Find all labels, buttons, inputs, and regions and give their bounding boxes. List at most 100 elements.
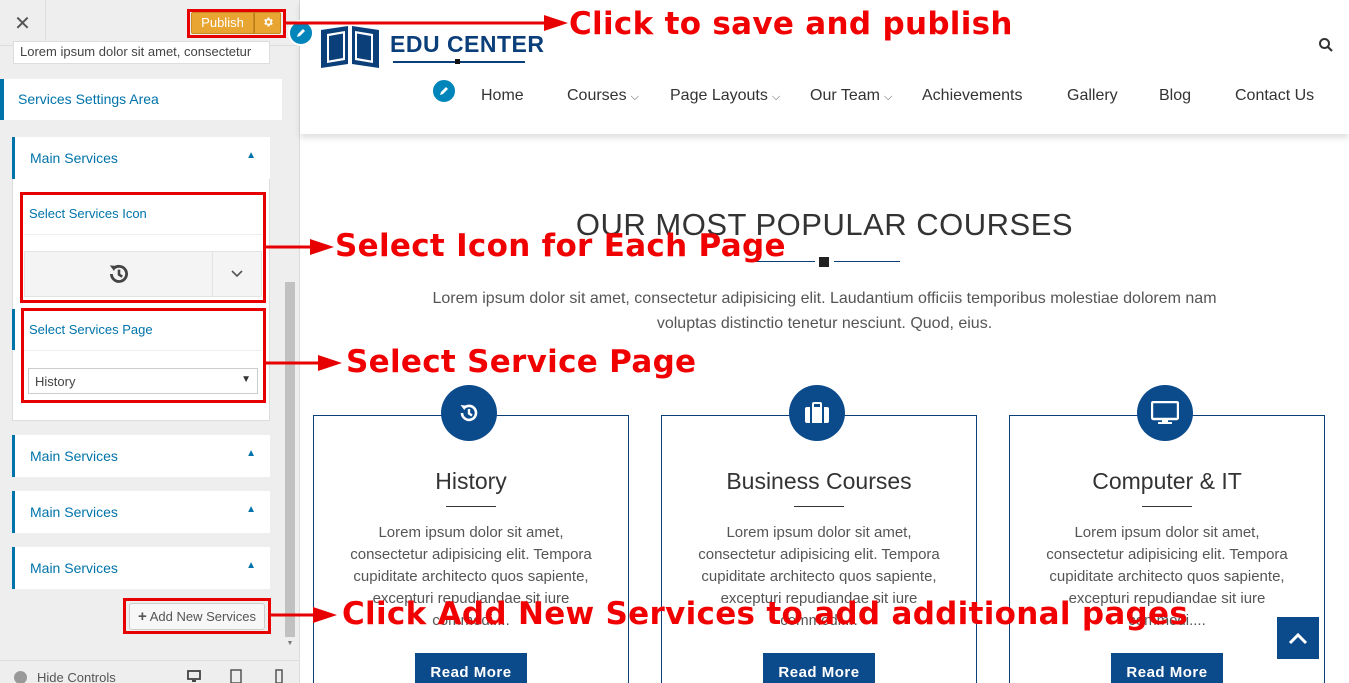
nav-gallery[interactable]: Gallery <box>1067 87 1118 105</box>
icon-picker[interactable] <box>24 251 262 297</box>
nav-page-layouts[interactable]: Page Layouts ⌵ <box>670 87 780 105</box>
scroll-down-arrow[interactable]: ▼ <box>285 640 295 650</box>
nav-label: Courses <box>567 87 627 104</box>
nav-label: Achievements <box>922 87 1023 104</box>
read-more-button[interactable]: Read More <box>763 653 875 683</box>
pencil-icon <box>297 29 305 37</box>
chevron-down-icon: ⌵ <box>771 91 781 103</box>
card-title: History <box>435 468 507 494</box>
nav-blog[interactable]: Blog <box>1159 87 1191 105</box>
desktop-preview-icon[interactable] <box>187 669 201 683</box>
briefcase-icon <box>805 402 829 423</box>
edit-shortcut-menu[interactable] <box>431 78 457 104</box>
accordion-label: Main Services <box>30 560 118 576</box>
add-new-services-button[interactable]: + Add New Services <box>129 603 265 630</box>
nav-label: Gallery <box>1067 87 1118 104</box>
section-title: OUR MOST POPULAR COURSES <box>575 207 1074 242</box>
divider <box>24 350 262 351</box>
site-preview: EDU CENTER Home Courses ⌵ Page Layouts ⌵ O… <box>288 0 1349 683</box>
nav-contact-us[interactable]: Contact Us <box>1235 87 1314 105</box>
sidebar-footer: Hide Controls <box>0 660 299 683</box>
nav-home[interactable]: Home <box>481 87 524 105</box>
back-to-top-button[interactable] <box>1277 617 1319 659</box>
title-divider-square <box>819 257 829 267</box>
main-services-accordion[interactable]: Main Services ▲ <box>12 491 270 533</box>
tablet-preview-icon[interactable] <box>229 669 243 683</box>
section-subtitle: Lorem ipsum dolor sit amet, consectetur … <box>432 290 1217 332</box>
chevron-up-icon <box>1288 632 1308 645</box>
hide-controls-label: Hide Controls <box>37 670 116 683</box>
card-icon-circle <box>441 385 497 441</box>
nav-label: Our Team <box>810 87 880 104</box>
card-divider <box>1142 506 1192 507</box>
page-select-value: History <box>35 374 76 389</box>
divider <box>24 234 262 235</box>
card-text: Lorem ipsum dolor sit amet, consectetur … <box>698 524 940 629</box>
desktop-icon <box>1151 401 1179 424</box>
select-icon-label: Select Services Icon <box>29 206 147 221</box>
caret-up-icon: ▲ <box>246 448 256 459</box>
publish-settings-button[interactable] <box>254 12 281 34</box>
logo-dot <box>455 59 460 64</box>
card-text: Lorem ipsum dolor sit amet, consectetur … <box>350 524 592 629</box>
accordion-label: Main Services <box>30 448 118 464</box>
customizer-sidebar: ✕ Publish Lorem ipsum dolor sit amet, co… <box>0 0 300 683</box>
nav-achievements[interactable]: Achievements <box>922 87 1023 105</box>
card-title: Business Courses <box>726 468 912 494</box>
page-select[interactable]: History ▼ <box>28 368 258 394</box>
search-icon[interactable] <box>1318 37 1334 53</box>
title-divider-left <box>749 261 815 262</box>
publish-button[interactable]: Publish <box>191 12 254 34</box>
screen: ✕ Publish Lorem ipsum dolor sit amet, co… <box>0 0 1349 683</box>
card-text: Lorem ipsum dolor sit amet, consectetur … <box>1046 524 1288 629</box>
chevron-down-icon: ⌵ <box>883 91 893 103</box>
active-stripe <box>12 309 15 350</box>
services-settings-section[interactable]: Services Settings Area <box>0 79 282 120</box>
nav-our-team[interactable]: Our Team ⌵ <box>810 87 892 105</box>
nav-courses[interactable]: Courses ⌵ <box>567 87 639 105</box>
book-logo-icon[interactable] <box>319 24 381 68</box>
accordion-label: Main Services <box>30 150 118 166</box>
history-icon <box>109 264 128 283</box>
plus-icon: + <box>138 608 147 625</box>
history-icon <box>460 404 478 422</box>
card-title: Computer & IT <box>1092 468 1242 494</box>
add-new-label: Add New Services <box>149 609 256 624</box>
caret-up-icon: ▲ <box>246 560 256 571</box>
main-services-accordion[interactable]: Main Services ▲ <box>12 435 270 477</box>
nav-label: Home <box>481 87 524 104</box>
chevron-down-icon[interactable] <box>213 252 261 296</box>
scrollbar-thumb[interactable] <box>285 282 295 637</box>
chevron-down-icon: ⌵ <box>630 91 639 103</box>
title-divider-right <box>834 261 900 262</box>
main-services-accordion-open[interactable]: Main Services ▲ <box>12 137 270 179</box>
card-divider <box>446 506 496 507</box>
logo-text[interactable]: EDU CENTER <box>390 31 545 58</box>
course-card: Business Courses Lorem ipsum dolor sit a… <box>661 385 977 683</box>
caret-down-icon: ▼ <box>241 374 251 385</box>
card-icon-circle <box>789 385 845 441</box>
nav-label: Page Layouts <box>670 87 768 104</box>
nav-label: Blog <box>1159 87 1192 104</box>
collapse-icon <box>14 671 27 683</box>
edit-shortcut-logo[interactable] <box>288 20 314 46</box>
close-customizer-button[interactable]: ✕ <box>0 0 46 46</box>
mobile-preview-icon[interactable] <box>272 669 286 683</box>
caret-up-icon: ▲ <box>246 504 256 515</box>
text-input[interactable]: Lorem ipsum dolor sit amet, consectetur <box>13 41 270 64</box>
accordion-label: Main Services <box>30 504 118 520</box>
nav-label: Contact Us <box>1235 87 1315 104</box>
main-services-accordion[interactable]: Main Services ▲ <box>12 547 270 589</box>
sidebar-header: ✕ Publish <box>0 0 299 46</box>
card-icon-circle <box>1137 385 1193 441</box>
course-card: History Lorem ipsum dolor sit amet, cons… <box>313 385 629 683</box>
hide-controls-button[interactable]: Hide Controls <box>14 670 116 683</box>
read-more-button[interactable]: Read More <box>415 653 527 683</box>
read-more-button[interactable]: Read More <box>1111 653 1223 683</box>
gear-icon <box>263 17 273 27</box>
site-header: EDU CENTER Home Courses ⌵ Page Layouts ⌵ O… <box>288 0 1349 134</box>
caret-up-icon: ▲ <box>246 150 256 161</box>
selected-icon <box>25 252 213 296</box>
select-page-label: Select Services Page <box>29 322 153 337</box>
card-divider <box>794 506 844 507</box>
